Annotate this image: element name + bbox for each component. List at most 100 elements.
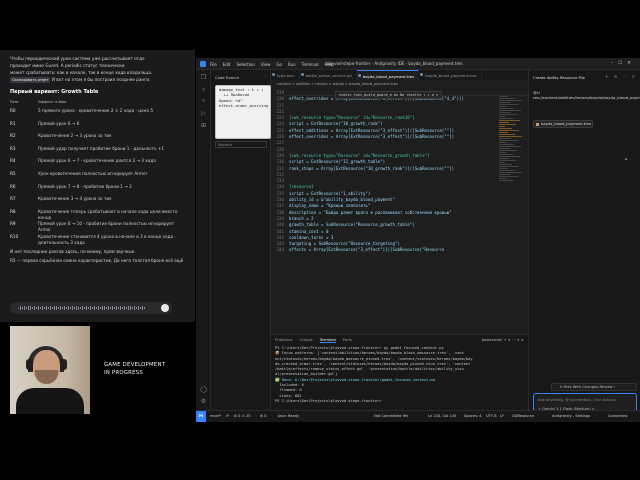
stream-frame: Чтобы периодический урон система уже рас… [0,0,640,480]
source-control-icon[interactable]: ⑂ [199,98,208,106]
waveform-bar [74,306,75,310]
waveform-bar [130,306,131,310]
tab-label: typo.tscn [277,73,295,78]
more-actions-icon[interactable]: ⋯ [262,74,266,79]
editor-tab[interactable]: battle_action_service.gd [300,70,357,80]
status-spaces[interactable]: Spaces: 4 [464,414,481,418]
status-position[interactable]: Ln 243, Col 145 [428,414,456,418]
rank-cell: R6 [10,183,16,189]
panel-tab-terminal[interactable]: Terminal [319,337,336,343]
window-controls[interactable]: –☐✕ [611,61,636,66]
minimap-line [499,120,520,121]
status-warnings[interactable]: ⊗ 0 [260,414,266,418]
minimap-line [499,150,517,151]
table-row: R2 Кровотечение 2 → 3 урона за тик [10,133,188,146]
agent-panel: Create Ability Resource File + ⟲ ⋯ × @ci… [528,70,640,415]
minimap-line [499,154,513,155]
replace-input[interactable]: Replace [215,141,267,148]
intro-line: может срабатывать: как в начале, так в к… [10,70,187,76]
minimap[interactable] [497,90,523,190]
panel-tab-problems[interactable]: Problems [275,337,293,343]
rank-cell: R5 [10,170,16,176]
minimap-line [499,168,508,169]
status-branch[interactable]: main* [210,414,221,418]
status-commit[interactable]: Not Committed Yet [374,414,408,418]
waveform-bar [22,307,23,309]
rank-cell: R3 [10,145,16,151]
editor-tab[interactable]: typo.tscn [271,70,300,80]
rank-cell: R2 [10,133,16,139]
search-icon[interactable]: ⌕ [199,86,208,94]
minimap-line [499,104,518,105]
terminal-output[interactable]: PS C:\Users\Dev\Projects\klayvod-stepe-f… [275,346,525,410]
table-row: R1 Прямой урон 6 → 6 [10,121,188,134]
minimap-line [499,126,505,127]
agent-panel-actions[interactable]: + ⟲ ⋯ × [605,74,637,79]
waveform-bar [120,306,121,310]
explorer-icon[interactable]: ❐ [199,74,208,82]
copy-answer-chip[interactable]: Скопировать ответ [10,77,51,83]
panel-tab-output[interactable]: Output [300,337,313,343]
waveform-bar [56,306,57,310]
status-antigravity[interactable]: Antigravity - Settings [552,414,590,418]
rank-cell: R4 [10,158,16,164]
hover-popup: damage_text : t = ( ++ Пробитие брони: %d… [215,85,271,139]
menu-item[interactable]: Terminal [302,62,319,67]
waveform-bar [98,306,99,310]
status-language[interactable]: GDResource [512,414,534,418]
gear-icon[interactable]: ⚙ [199,398,208,406]
sidebar-title: Code Search [215,75,239,80]
run-debug-icon[interactable]: ▷ [199,110,208,118]
bottom-panel: Problems Output Terminal Ports powershell +… [271,334,528,410]
attached-file-chip[interactable]: bayda_blood_payment.tres [533,120,593,128]
waveform-bar [24,306,25,310]
streamer-body [16,388,84,414]
minimap-line [499,110,521,111]
code-view[interactable]: static func_build_guard_e As No results … [271,90,528,290]
minimap-line [499,98,515,99]
code-line: 244 effects = Array[ExtResource("3_effect… [271,247,528,253]
status-encoding[interactable]: UTF-8 [486,414,496,418]
voice-input-bar[interactable] [10,302,172,314]
waveform-bar [20,306,21,310]
menu-item[interactable]: Run [288,62,296,67]
minimap-line [499,170,515,171]
editor-tab[interactable]: bayda_blood_payment.tres [419,70,482,80]
account-icon[interactable]: ◯ [199,386,208,394]
waveform-bar [26,306,27,310]
waveform-bar [86,306,87,310]
menu-item[interactable]: View [261,62,271,67]
status-eol[interactable]: LF [500,414,504,418]
menu-item[interactable]: File [210,62,217,67]
table-row: R6 Прямой урон 7 → 8 · пробитие брони 1 →… [10,184,188,197]
chat-intro: Чтобы периодический урон система уже рас… [0,50,195,83]
status-problems[interactable]: ⊗ 0 ⚠ 25 [234,414,251,418]
editor-tab[interactable]: bayda_blood_payment.tres [356,70,420,80]
find-widget[interactable]: static func_build_guard_e As No results … [335,91,443,100]
minimap-line [499,102,511,103]
panel-tab-ports[interactable]: Ports [343,337,353,343]
minimap-line [499,180,514,181]
table-row: R5 Урон кровотечения полностью игнорирует… [10,171,188,184]
minimap-line [499,166,519,167]
menu-item[interactable]: Selection [236,62,254,67]
send-button[interactable] [161,304,169,312]
intro-line-text: И вот на этом я бы построил позднее ранг… [51,77,151,82]
menu-item[interactable]: Go [276,62,282,67]
remote-indicator-icon[interactable]: ⋈ [196,411,206,422]
waveform-bar [54,306,55,310]
effect-cell: 5 прямого урона · кровотечение 2 × 2 ход… [38,108,153,113]
minimap-line [499,164,512,165]
status-java[interactable]: Java: Ready [278,414,299,418]
terminal-controls[interactable]: powershell + ∨ ⋯ ∧ × [482,337,524,342]
minimap-line [499,162,505,163]
minimap-line [499,178,507,179]
breadcrumb[interactable]: content > abilities > heroes > bayda > b… [271,80,528,88]
extensions-icon[interactable]: ⊞ [199,122,208,130]
files-with-changes-bar[interactable]: 0 Files With Changes Review › [551,383,637,391]
rank-cell: R1 [10,120,16,126]
status-connected[interactable]: Connected [608,414,627,418]
waveform-bar [76,306,77,310]
sync-icon[interactable]: ⟳ [226,414,229,418]
menu-item[interactable]: Edit [223,62,231,67]
